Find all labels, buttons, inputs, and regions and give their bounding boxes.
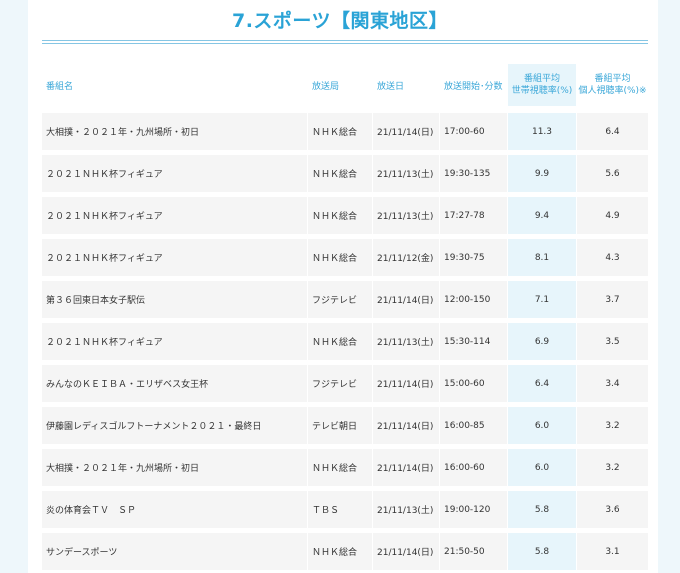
start-duration: 19:00-120	[440, 491, 507, 528]
program-name: 大相撲・２０２１年・九州場所・初日	[42, 113, 307, 150]
air-date: 21/11/14(日)	[373, 365, 439, 402]
header-household-line1: 番組平均	[523, 73, 560, 84]
table-row: みんなのＫＥＩＢＡ・エリザベス女王杯 フジテレビ 21/11/14(日) 15:…	[42, 365, 648, 402]
station: テレビ朝日	[308, 407, 372, 444]
header-start-duration: 放送開始･分数	[444, 81, 503, 92]
header-program: 番組名	[46, 81, 74, 92]
household-rating: 6.0	[508, 407, 576, 444]
station: ＮＨＫ総合	[308, 449, 372, 486]
individual-rating: 4.9	[577, 197, 648, 234]
table-row: 大相撲・２０２１年・九州場所・初日 ＮＨＫ総合 21/11/14(日) 17:0…	[42, 113, 648, 150]
air-date: 21/11/14(日)	[373, 281, 439, 318]
station: ＮＨＫ総合	[308, 113, 372, 150]
title-divider-top	[42, 40, 648, 41]
start-duration: 19:30-75	[440, 239, 507, 276]
air-date: 21/11/14(日)	[373, 113, 439, 150]
header-individual-rating: 番組平均 個人視聴率(%)※	[577, 64, 648, 106]
individual-rating: 3.6	[577, 491, 648, 528]
individual-rating: 3.4	[577, 365, 648, 402]
station: ＮＨＫ総合	[308, 197, 372, 234]
start-duration: 12:00-150	[440, 281, 507, 318]
individual-rating: 3.5	[577, 323, 648, 360]
title-divider-bottom	[42, 43, 648, 44]
household-rating: 9.4	[508, 197, 576, 234]
program-name: ２０２１ＮＨＫ杯フィギュア	[42, 197, 307, 234]
station: ＮＨＫ総合	[308, 533, 372, 570]
air-date: 21/11/13(土)	[373, 155, 439, 192]
station: フジテレビ	[308, 281, 372, 318]
program-name: ２０２１ＮＨＫ杯フィギュア	[42, 239, 307, 276]
air-date: 21/11/14(日)	[373, 407, 439, 444]
individual-rating: 6.4	[577, 113, 648, 150]
station: ＮＨＫ総合	[308, 323, 372, 360]
header-household-line2: 世帯視聴率(%)	[511, 86, 573, 96]
start-duration: 17:27-78	[440, 197, 507, 234]
start-duration: 15:00-60	[440, 365, 507, 402]
start-duration: 21:50-50	[440, 533, 507, 570]
household-rating: 8.1	[508, 239, 576, 276]
start-duration: 16:00-60	[440, 449, 507, 486]
header-individual-line1: 番組平均	[594, 73, 631, 84]
individual-rating: 4.3	[577, 239, 648, 276]
air-date: 21/11/14(日)	[373, 533, 439, 570]
start-duration: 15:30-114	[440, 323, 507, 360]
station: ＮＨＫ総合	[308, 155, 372, 192]
header-date: 放送日	[377, 81, 405, 92]
table-row: ２０２１ＮＨＫ杯フィギュア ＮＨＫ総合 21/11/12(金) 19:30-75…	[42, 239, 648, 276]
table-row: 第３６回東日本女子駅伝 フジテレビ 21/11/14(日) 12:00-150 …	[42, 281, 648, 318]
start-duration: 19:30-135	[440, 155, 507, 192]
start-duration: 16:00-85	[440, 407, 507, 444]
air-date: 21/11/12(金)	[373, 239, 439, 276]
station: フジテレビ	[308, 365, 372, 402]
table-row: 伊藤園レディスゴルフトーナメント２０２１・最終日 テレビ朝日 21/11/14(…	[42, 407, 648, 444]
air-date: 21/11/13(土)	[373, 491, 439, 528]
header-individual-line2: 個人視聴率(%)※	[578, 86, 647, 96]
household-rating: 9.9	[508, 155, 576, 192]
household-rating: 6.9	[508, 323, 576, 360]
start-duration: 17:00-60	[440, 113, 507, 150]
program-name: 炎の体育会ＴＶ ＳＰ	[42, 491, 307, 528]
air-date: 21/11/13(土)	[373, 197, 439, 234]
individual-rating: 5.6	[577, 155, 648, 192]
table-row: 大相撲・２０２１年・九州場所・初日 ＮＨＫ総合 21/11/14(日) 16:0…	[42, 449, 648, 486]
program-name: みんなのＫＥＩＢＡ・エリザベス女王杯	[42, 365, 307, 402]
household-rating: 11.3	[508, 113, 576, 150]
table-row: 炎の体育会ＴＶ ＳＰ ＴＢＳ 21/11/13(土) 19:00-120 5.8…	[42, 491, 648, 528]
household-rating: 6.4	[508, 365, 576, 402]
individual-rating: 3.2	[577, 407, 648, 444]
table-row: サンデースポーツ ＮＨＫ総合 21/11/14(日) 21:50-50 5.8 …	[42, 533, 648, 570]
program-name: 大相撲・２０２１年・九州場所・初日	[42, 449, 307, 486]
program-name: ２０２１ＮＨＫ杯フィギュア	[42, 155, 307, 192]
table-row: ２０２１ＮＨＫ杯フィギュア ＮＨＫ総合 21/11/13(土) 15:30-11…	[42, 323, 648, 360]
program-name: サンデースポーツ	[42, 533, 307, 570]
air-date: 21/11/13(土)	[373, 323, 439, 360]
program-name: 伊藤園レディスゴルフトーナメント２０２１・最終日	[42, 407, 307, 444]
individual-rating: 3.2	[577, 449, 648, 486]
household-rating: 6.0	[508, 449, 576, 486]
table-row: ２０２１ＮＨＫ杯フィギュア ＮＨＫ総合 21/11/13(土) 19:30-13…	[42, 155, 648, 192]
table-row: ２０２１ＮＨＫ杯フィギュア ＮＨＫ総合 21/11/13(土) 17:27-78…	[42, 197, 648, 234]
station: ＮＨＫ総合	[308, 239, 372, 276]
station: ＴＢＳ	[308, 491, 372, 528]
program-name: 第３６回東日本女子駅伝	[42, 281, 307, 318]
household-rating: 7.1	[508, 281, 576, 318]
program-name: ２０２１ＮＨＫ杯フィギュア	[42, 323, 307, 360]
household-rating: 5.8	[508, 491, 576, 528]
page-title: 7.スポーツ【関東地区】	[231, 10, 449, 32]
header-station: 放送局	[312, 81, 340, 92]
household-rating: 5.8	[508, 533, 576, 570]
individual-rating: 3.1	[577, 533, 648, 570]
individual-rating: 3.7	[577, 281, 648, 318]
header-household-rating: 番組平均 世帯視聴率(%)	[508, 64, 576, 106]
air-date: 21/11/14(日)	[373, 449, 439, 486]
